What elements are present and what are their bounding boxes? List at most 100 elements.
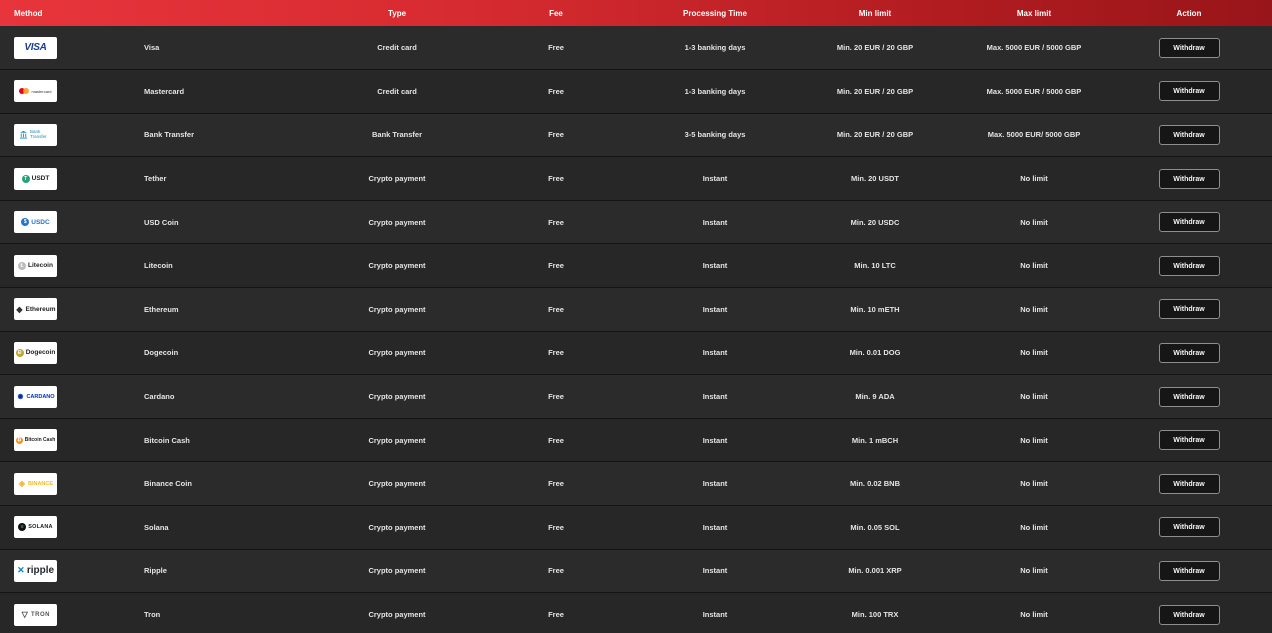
method-max-limit: No limit: [1020, 261, 1048, 271]
method-action-cell: Withdraw: [1106, 506, 1272, 550]
method-name: Bitcoin Cash: [144, 435, 190, 445]
table-row-binance-coin: ◈ BINANCE Binance Coin Crypto payment Free In…: [0, 461, 1272, 506]
method-name: Tether: [144, 174, 167, 184]
mastercard-logo: mastercard: [14, 80, 57, 103]
method-action-cell: Withdraw: [1106, 593, 1272, 633]
method-fee: Free: [548, 522, 564, 532]
method-action-cell: Withdraw: [1106, 244, 1272, 288]
table-body: VISA Visa Credit card Free 1-3 banking days M…: [0, 26, 1272, 633]
withdraw-button-bitcoin-cash[interactable]: Withdraw: [1158, 430, 1220, 451]
method-type: Crypto payment: [368, 479, 426, 489]
withdraw-button-usd-coin[interactable]: Withdraw: [1158, 212, 1220, 233]
method-action-cell: Withdraw: [1106, 375, 1272, 419]
method-fee: Free: [548, 479, 564, 489]
table-row-visa: VISA Visa Credit card Free 1-3 banking days M…: [0, 26, 1272, 70]
solana-icon: ≡ SOLANA: [14, 516, 57, 539]
method-logo-cell: mastercard: [0, 70, 144, 114]
method-name: Litecoin: [144, 261, 173, 271]
method-min-limit: Min. 20 EUR / 20 GBP: [836, 43, 914, 53]
method-logo-cell: ▽ TRON: [0, 593, 144, 633]
method-min-limit: Min. 0.01 DOG: [849, 348, 901, 358]
table-row-bank-transfer: Bank Transfer Bank Transfer Bank Transfer F…: [0, 113, 1272, 157]
method-processing-time: Instant: [702, 348, 728, 358]
withdraw-button-solana[interactable]: Withdraw: [1158, 517, 1220, 538]
table-row-mastercard: mastercard Mastercard Credit card Free 1-3 b…: [0, 69, 1272, 114]
method-fee: Free: [548, 130, 564, 140]
withdraw-button-cardano[interactable]: Withdraw: [1158, 386, 1220, 407]
method-fee: Free: [548, 435, 564, 445]
header-action: Action: [1176, 8, 1202, 18]
withdraw-button-mastercard[interactable]: Withdraw: [1158, 81, 1220, 102]
withdraw-button-binance-coin[interactable]: Withdraw: [1158, 473, 1220, 494]
method-logo-cell: ✺ CARDANO: [0, 375, 144, 419]
method-action-cell: Withdraw: [1106, 549, 1272, 593]
method-name: USD Coin: [144, 217, 179, 227]
method-fee: Free: [548, 392, 564, 402]
withdraw-button-litecoin[interactable]: Withdraw: [1158, 255, 1220, 276]
table-header-row: Method Type Fee Processing Time Min limi…: [0, 0, 1272, 26]
method-type: Crypto payment: [368, 348, 426, 358]
method-logo-cell: ≡ SOLANA: [0, 506, 144, 550]
table-row-dogecoin: Ð Dogecoin Dogecoin Crypto payment Free Insta…: [0, 331, 1272, 375]
tron-icon: ▽ TRON: [14, 603, 57, 626]
method-action-cell: Withdraw: [1106, 26, 1272, 70]
method-action-cell: Withdraw: [1106, 288, 1272, 332]
method-type: Credit card: [377, 86, 417, 96]
method-action-cell: Withdraw: [1106, 157, 1272, 201]
method-name: Ripple: [144, 566, 167, 576]
withdraw-button-tron[interactable]: Withdraw: [1158, 604, 1220, 625]
method-type: Crypto payment: [368, 304, 426, 314]
method-max-limit: No limit: [1020, 174, 1048, 184]
method-min-limit: Min. 10 mETH: [850, 304, 900, 314]
method-type: Crypto payment: [368, 522, 426, 532]
ripple-icon: ✕ ripple: [14, 559, 57, 582]
withdraw-button-bank-transfer[interactable]: Withdraw: [1158, 124, 1220, 145]
method-fee: Free: [548, 217, 564, 227]
method-action-cell: Withdraw: [1106, 418, 1272, 462]
method-fee: Free: [548, 304, 564, 314]
method-action-cell: Withdraw: [1106, 462, 1272, 506]
table-row-ripple: ✕ ripple Ripple Crypto payment Free Instant Mi…: [0, 549, 1272, 593]
payment-methods-page: Method Type Fee Processing Time Min limi…: [0, 0, 1272, 633]
method-min-limit: Min. 20 USDT: [851, 174, 899, 184]
dogecoin-icon: Ð Dogecoin: [14, 341, 57, 364]
method-processing-time: Instant: [702, 217, 728, 227]
table-row-ethereum: ◆ Ethereum Ethereum Crypto payment Free Insta…: [0, 287, 1272, 332]
method-type: Crypto payment: [368, 610, 426, 620]
method-fee: Free: [548, 348, 564, 358]
header-fee: Fee: [549, 8, 563, 18]
method-action-cell: Withdraw: [1106, 113, 1272, 157]
method-processing-time: Instant: [702, 610, 728, 620]
method-type: Credit card: [377, 43, 417, 53]
method-name: Mastercard: [144, 86, 185, 96]
method-name: Dogecoin: [144, 348, 179, 358]
withdraw-button-dogecoin[interactable]: Withdraw: [1158, 342, 1220, 363]
table-row-tron: ▽ TRON Tron Crypto payment Free Instant Min. 1…: [0, 592, 1272, 633]
method-logo-cell: $ USDC: [0, 200, 144, 244]
method-logo-cell: ◆ Ethereum: [0, 288, 144, 332]
header-max-limit: Max limit: [1016, 8, 1052, 18]
method-processing-time: Instant: [702, 304, 728, 314]
method-max-limit: Max. 5000 EUR / 5000 GBP: [986, 86, 1082, 96]
withdraw-button-visa[interactable]: Withdraw: [1158, 37, 1220, 58]
method-logo-cell: ✕ ripple: [0, 549, 144, 593]
withdraw-button-ethereum[interactable]: Withdraw: [1158, 299, 1220, 320]
method-min-limit: Min. 20 USDC: [850, 217, 900, 227]
method-logo-cell: Ł Litecoin: [0, 244, 144, 288]
method-type: Crypto payment: [368, 174, 426, 184]
header-method: Method: [14, 8, 43, 18]
method-type: Crypto payment: [368, 566, 426, 576]
method-max-limit: No limit: [1020, 348, 1048, 358]
header-processing-time: Processing Time: [683, 8, 747, 18]
method-type: Crypto payment: [368, 392, 426, 402]
method-max-limit: No limit: [1020, 392, 1048, 402]
method-max-limit: No limit: [1020, 217, 1048, 227]
withdraw-button-ripple[interactable]: Withdraw: [1158, 560, 1220, 581]
table-row-tether: T USDT Tether Crypto payment Free Instant Min.…: [0, 156, 1272, 201]
method-processing-time: Instant: [702, 392, 728, 402]
method-fee: Free: [548, 261, 564, 271]
method-fee: Free: [548, 43, 564, 53]
method-processing-time: Instant: [702, 479, 728, 489]
table-header: Method Type Fee Processing Time Min limi…: [0, 0, 1272, 26]
withdraw-button-tether[interactable]: Withdraw: [1158, 168, 1220, 189]
